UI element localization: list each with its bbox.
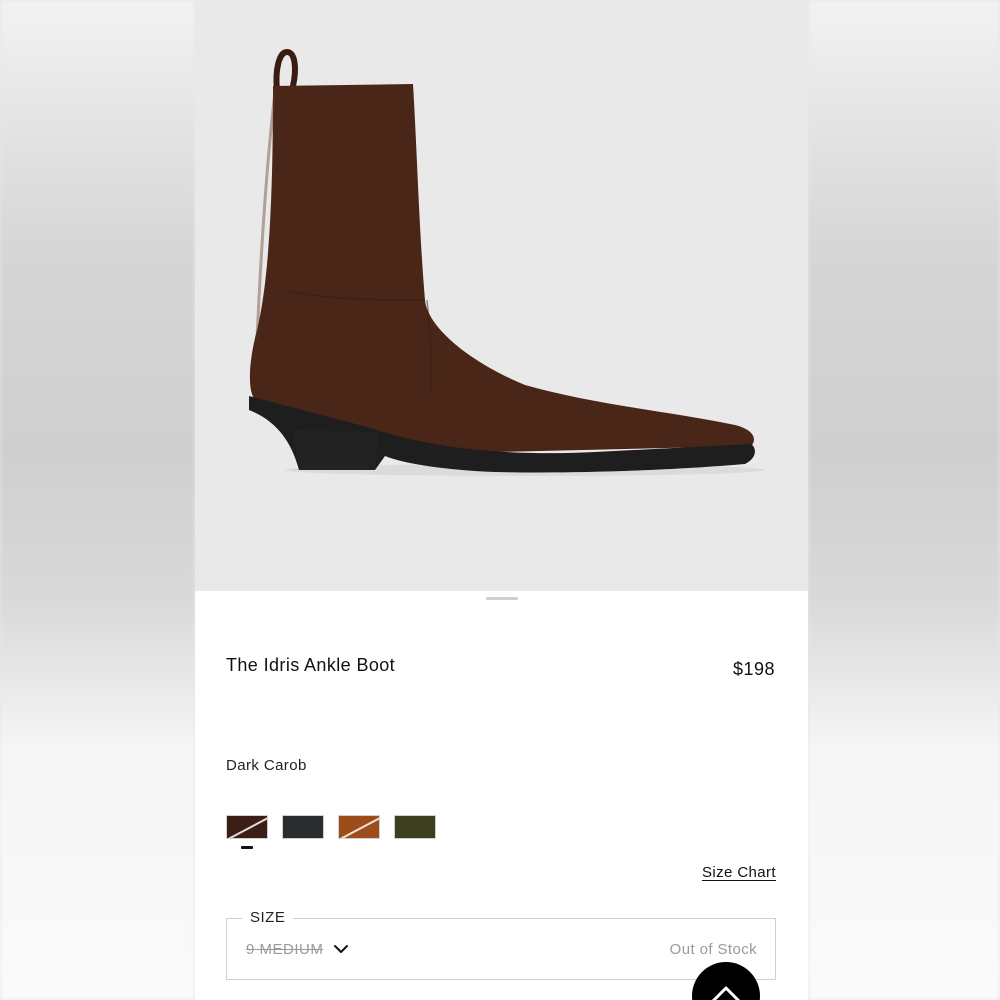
color-swatches xyxy=(226,815,466,855)
product-price: $198 xyxy=(732,659,775,679)
product-image[interactable] xyxy=(195,0,808,591)
stock-status: Out of Stock xyxy=(669,941,757,958)
chevron-up-icon xyxy=(711,986,741,1000)
chevron-down-icon[interactable] xyxy=(333,941,349,957)
size-selector[interactable]: SIZE 9 MEDIUM Out of Stock xyxy=(226,909,776,980)
size-chart-link[interactable]: Size Chart xyxy=(702,864,776,881)
size-label: SIZE xyxy=(242,909,294,926)
selected-swatch-indicator xyxy=(241,846,253,849)
swatch-dark-carob[interactable] xyxy=(226,815,268,839)
sheet-drag-handle[interactable] xyxy=(486,597,518,600)
swatch-black[interactable] xyxy=(282,815,324,839)
boot-illustration xyxy=(249,48,765,476)
product-title: The Idris Ankle Boot xyxy=(226,655,396,675)
selected-size: 9 MEDIUM xyxy=(246,941,324,958)
selected-color-label: Dark Carob xyxy=(226,757,307,774)
background-blur-right xyxy=(808,0,1000,1000)
product-page: The Idris Ankle Boot $198 Dark Carob Siz… xyxy=(195,0,808,1000)
swatch-olive[interactable] xyxy=(394,815,436,839)
swatch-tan[interactable] xyxy=(338,815,380,839)
background-blur-left xyxy=(0,0,195,1000)
